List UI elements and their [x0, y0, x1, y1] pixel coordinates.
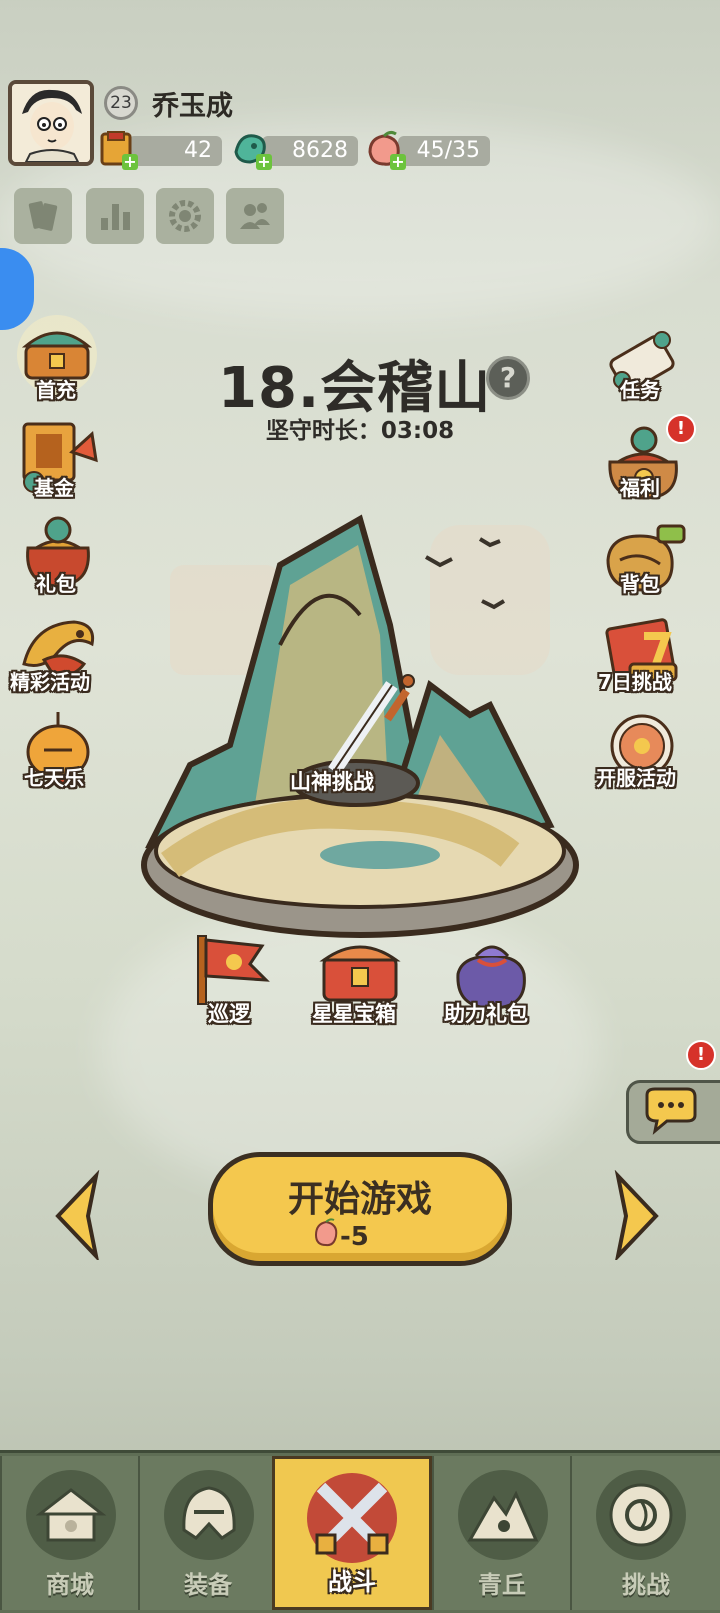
settings-gear-icon	[169, 200, 201, 232]
chat-bubble-icon	[645, 1087, 697, 1135]
right-icon-label-2: 背包	[620, 572, 660, 596]
start-game-label: 开始游戏	[287, 1179, 432, 1220]
peach-stamina-icon[interactable]: +	[364, 128, 406, 174]
nav-tab-qingqiu[interactable]: 青丘	[432, 1456, 570, 1610]
stage-mountain-illustration[interactable]	[130, 505, 590, 985]
ranking-icon	[101, 204, 130, 230]
mountain-god-challenge-label[interactable]: 山神挑战	[290, 766, 374, 796]
sub-button-label-1: 星星宝箱	[312, 1002, 396, 1026]
peach-cost-icon	[314, 1218, 338, 1247]
mountain-spirit-icon	[458, 1470, 548, 1560]
chat-alert-badge: !	[686, 1040, 716, 1070]
help-icon[interactable]: ?	[486, 356, 530, 400]
cards-icon	[28, 201, 58, 231]
jade-dragon-currency-icon[interactable]: +	[230, 128, 272, 174]
player-name: 乔玉成	[152, 91, 233, 122]
friends-button[interactable]	[226, 188, 284, 244]
player-avatar[interactable]	[8, 80, 94, 166]
nav-tab-battle[interactable]: 战斗	[272, 1456, 432, 1610]
resource-scroll-value: 42	[128, 136, 222, 166]
ranking-button[interactable]	[86, 188, 144, 244]
nav-label-qingqiu: 青丘	[478, 1571, 526, 1599]
right-icon-label-0: 任务	[620, 378, 660, 402]
avatar-portrait-icon	[12, 84, 90, 162]
nav-tab-challenge[interactable]: 挑战	[570, 1456, 720, 1610]
start-game-cost: -5	[340, 1222, 369, 1252]
left-icon-label-0: 首充	[36, 378, 76, 402]
nav-tab-equipment[interactable]: 装备	[138, 1456, 276, 1610]
nav-label-challenge: 挑战	[622, 1571, 670, 1599]
nav-tab-shop[interactable]: 商城	[0, 1456, 138, 1610]
challenge-drum-icon	[596, 1470, 686, 1560]
cards-button[interactable]	[14, 188, 72, 244]
previous-stage-arrow[interactable]	[50, 1169, 110, 1263]
chat-button[interactable]	[626, 1080, 720, 1144]
right-icon-label-3: 7日挑战	[598, 670, 672, 694]
resource-peach-value: 45/35	[398, 136, 490, 166]
right-icon-label-4: 开服活动	[596, 766, 676, 790]
scroll-currency-icon[interactable]: +	[96, 128, 138, 174]
left-icon-label-1: 基金	[34, 476, 74, 500]
friends-icon	[240, 203, 270, 229]
nav-label-battle: 战斗	[328, 1568, 376, 1596]
nav-label-shop: 商城	[46, 1571, 94, 1599]
sub-button-label-2: 助力礼包	[444, 1002, 528, 1026]
left-icon-label-2: 礼包	[36, 572, 76, 596]
left-icon-label-4: 七天乐	[24, 766, 84, 790]
settings-button[interactable]	[156, 188, 214, 244]
left-icon-label-3: 精彩活动	[10, 670, 90, 694]
shop-icon	[26, 1470, 116, 1560]
arrow-right-icon	[614, 1169, 659, 1263]
helmet-icon	[164, 1470, 254, 1560]
sub-button-label-0: 巡逻	[208, 1002, 250, 1026]
nav-label-equipment: 装备	[184, 1571, 232, 1599]
resource-jade-value: 8628	[262, 136, 358, 166]
right-icon-label-1: 福利	[620, 476, 660, 500]
next-stage-arrow[interactable]	[604, 1169, 664, 1263]
level-badge: 23	[104, 86, 138, 120]
arrow-left-icon	[55, 1169, 100, 1263]
hold-duration-text: 坚守时长：03:08	[265, 418, 455, 444]
crossed-swords-icon	[307, 1473, 397, 1563]
